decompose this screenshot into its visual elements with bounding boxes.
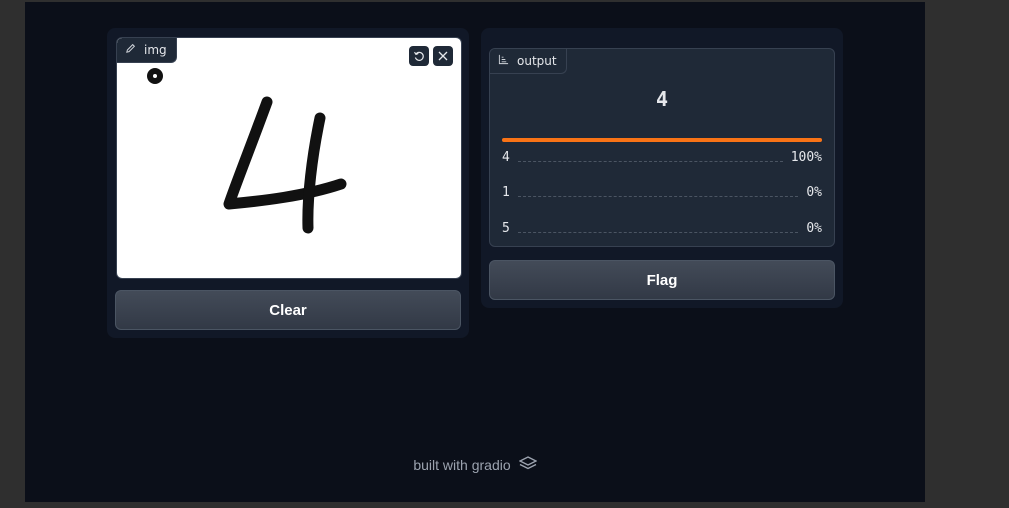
drawn-digit — [147, 68, 347, 234]
sketch-canvas[interactable]: img — [116, 37, 462, 279]
confidence-value: 0% — [806, 185, 822, 200]
flag-button[interactable]: Flag — [489, 260, 835, 300]
confidence-row[interactable]: 5 0% — [502, 220, 822, 236]
input-panel: img Clear — [107, 28, 469, 338]
gradio-app: img Clear output 4 4 100% 1 0% 5 0% Flag… — [25, 2, 925, 502]
clear-button[interactable]: Clear — [115, 290, 461, 330]
confidence-class: 4 — [502, 150, 510, 165]
output-label-tag: output — [490, 49, 567, 74]
label-output: output 4 4 100% 1 0% 5 0% — [489, 48, 835, 247]
output-label-text: output — [517, 54, 557, 68]
confidence-bar — [502, 138, 822, 142]
confidence-value: 100% — [790, 150, 822, 165]
confidence-bar-fill — [502, 138, 822, 142]
footer[interactable]: built with gradio — [25, 456, 925, 473]
chart-icon — [498, 54, 509, 68]
predicted-label: 4 — [655, 87, 669, 111]
output-panel: output 4 4 100% 1 0% 5 0% Flag — [481, 28, 843, 308]
gradio-logo-icon — [518, 456, 538, 473]
confidence-row[interactable]: 1 0% — [502, 184, 822, 200]
footer-text: built with gradio — [413, 456, 511, 473]
confidence-row[interactable]: 4 100% — [502, 149, 822, 165]
confidence-class: 1 — [502, 185, 510, 200]
confidence-class: 5 — [502, 221, 510, 236]
confidence-value: 0% — [806, 221, 822, 236]
